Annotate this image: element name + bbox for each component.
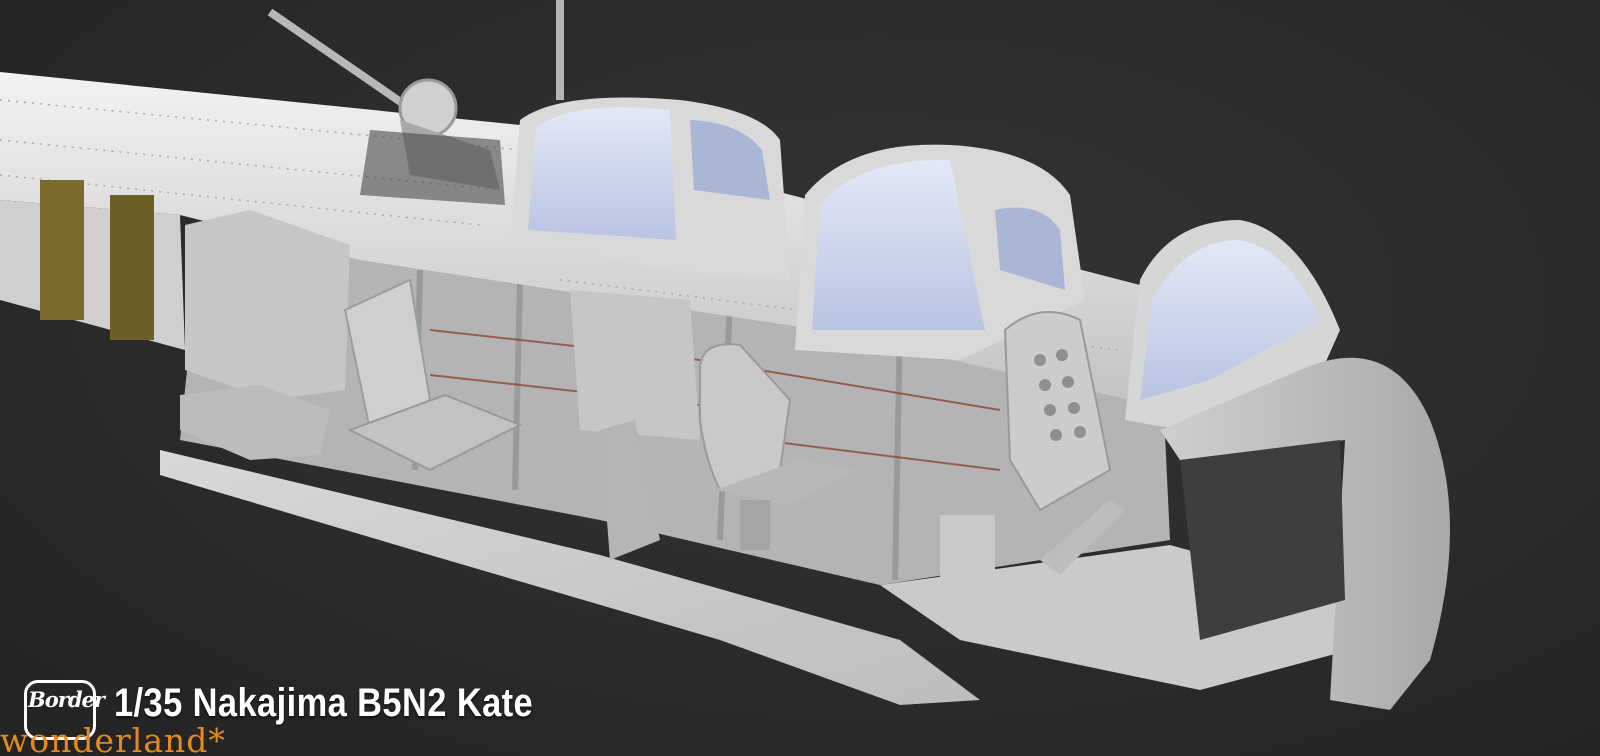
logo-text: Border (28, 687, 105, 712)
product-title: 1/35 Nakajima B5N2 Kate (114, 681, 534, 725)
antenna-mast (556, 0, 564, 100)
fuselage-side-skin-left (0, 200, 185, 350)
brand-wordmark: wonderland* (0, 721, 226, 756)
fuselage-cutaway-render (0, 0, 1450, 710)
instrument-block (940, 515, 995, 585)
rear-bulkhead (185, 210, 350, 400)
render-stage: Border 1/35 Nakajima B5N2 Kate wonderlan… (0, 0, 1600, 756)
radio-cabinet (570, 290, 700, 440)
